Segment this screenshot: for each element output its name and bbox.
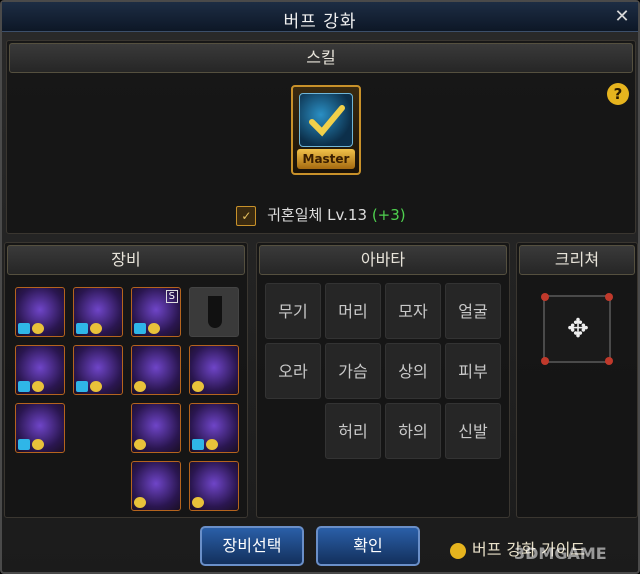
skill-checkmark-icon [299, 93, 353, 147]
slot-corner-gem [605, 357, 613, 365]
swap-icon [32, 381, 44, 392]
lock-icon [192, 439, 204, 450]
avatar-slot-top[interactable]: 상의 [385, 343, 441, 399]
swap-icon [192, 497, 204, 508]
avatar-slot-bottom[interactable]: 하의 [385, 403, 441, 459]
swap-icon [148, 323, 160, 334]
skill-slot[interactable]: Master [291, 85, 361, 175]
buff-enhance-window: 버프 강화 ✕ 스킬 Master ? ✓ 귀혼일체 Lv.13 (+3) 장비 [0, 0, 640, 574]
equip-slot-pants[interactable] [15, 345, 65, 395]
skill-master-badge: Master [297, 149, 355, 169]
equip-slot-medal[interactable] [189, 287, 239, 337]
skill-header: 스킬 [9, 43, 633, 73]
avatar-slot-face[interactable]: 얼굴 [445, 283, 501, 339]
title-bar[interactable]: 버프 강화 ✕ [2, 2, 638, 32]
medal-icon [208, 296, 222, 328]
confirm-button[interactable]: 확인 [316, 526, 420, 566]
equip-select-button[interactable]: 장비선택 [200, 526, 304, 566]
swap-icon [90, 323, 102, 334]
lock-icon [76, 323, 88, 334]
help-icon[interactable]: ? [607, 83, 629, 105]
avatar-slot-weapon[interactable]: 무기 [265, 283, 321, 339]
lock-icon [134, 323, 146, 334]
lock-icon [18, 323, 30, 334]
equip-slot-shoes[interactable] [15, 403, 65, 453]
skill-name-level: 귀혼일체 Lv.13 [267, 206, 368, 224]
swap-icon [32, 439, 44, 450]
lock-icon [18, 439, 30, 450]
slot-corner-gem [541, 293, 549, 301]
paw-icon: ✥ [567, 314, 589, 344]
swap-icon [90, 381, 102, 392]
creature-slot[interactable]: ✥ [541, 293, 613, 365]
skill-bonus-level: (+3) [371, 206, 406, 224]
slot-corner-gem [605, 293, 613, 301]
window-title: 버프 강화 [283, 12, 357, 32]
equip-slot-bracelet[interactable] [131, 345, 181, 395]
avatar-slot-hat[interactable]: 모자 [385, 283, 441, 339]
equip-slot-weapon[interactable] [15, 287, 65, 337]
swap-icon [206, 439, 218, 450]
avatar-slot-head[interactable]: 머리 [325, 283, 381, 339]
lock-icon [76, 381, 88, 392]
special-tag: S [165, 290, 178, 303]
skill-small-icon: ✓ [236, 205, 257, 226]
swap-icon [32, 323, 44, 334]
equip-slot-magic-stone[interactable] [131, 461, 181, 511]
equipment-panel: 장비 S [4, 242, 248, 518]
avatar-header: 아바타 [259, 245, 507, 275]
avatar-slot-skin[interactable]: 피부 [445, 343, 501, 399]
equip-slot-earring[interactable] [189, 461, 239, 511]
avatar-slot-shoes[interactable]: 신발 [445, 403, 501, 459]
equip-slot-title[interactable]: S [131, 287, 181, 337]
equip-slot-support[interactable] [189, 403, 239, 453]
swap-icon [134, 497, 146, 508]
equip-slot-top[interactable] [73, 287, 123, 337]
equip-slot-necklace[interactable] [189, 345, 239, 395]
equipment-header: 장비 [7, 245, 245, 275]
equip-slot-shoulder[interactable] [73, 345, 123, 395]
guide-icon [450, 542, 466, 559]
avatar-panel: 아바타 무기 머리 모자 얼굴 오라 가슴 상의 피부 허리 하의 신발 [256, 242, 510, 518]
swap-icon [134, 439, 146, 450]
watermark: 3DMGAME [514, 544, 607, 563]
lock-icon [18, 381, 30, 392]
skill-panel: 스킬 Master ? ✓ 귀혼일체 Lv.13 (+3) [6, 40, 636, 234]
creature-header: 크리쳐 [519, 245, 635, 275]
equip-slot-ring[interactable] [131, 403, 181, 453]
avatar-slot-waist[interactable]: 허리 [325, 403, 381, 459]
creature-panel: 크리쳐 ✥ [516, 242, 638, 518]
avatar-slot-aura[interactable]: 오라 [265, 343, 321, 399]
swap-icon [192, 381, 204, 392]
skill-info: ✓ 귀혼일체 Lv.13 (+3) [7, 203, 635, 227]
close-icon[interactable]: ✕ [612, 7, 632, 27]
swap-icon [134, 381, 146, 392]
slot-corner-gem [541, 357, 549, 365]
avatar-slot-chest[interactable]: 가슴 [325, 343, 381, 399]
